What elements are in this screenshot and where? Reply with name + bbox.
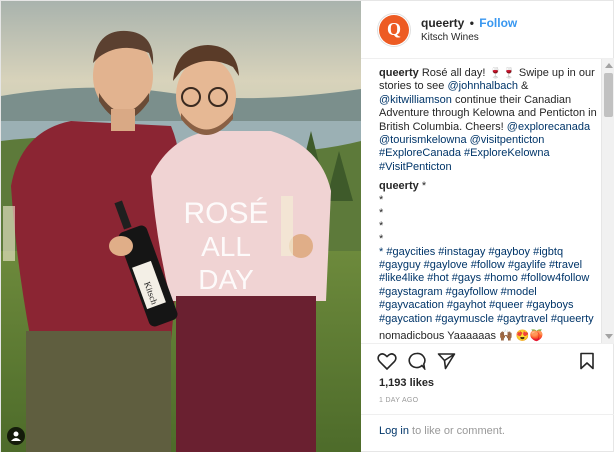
comment-star: * xyxy=(379,193,384,206)
caption-username[interactable]: queerty xyxy=(379,67,419,79)
header-separator: • xyxy=(469,16,474,30)
share-icon[interactable] xyxy=(437,352,456,370)
login-prompt: Log in to like or comment. xyxy=(361,414,614,447)
photo-illustration: ROSÉ ALL DAY Kitsch xyxy=(1,1,361,452)
user-tags-icon[interactable] xyxy=(7,427,25,445)
comment-star: * xyxy=(379,206,384,219)
comment-hashtags: queerty * * * * * * #gaycities #instagay… xyxy=(379,180,597,326)
comment-hashtag-list[interactable]: * #gaycities #instagay #gayboy #igbtq #g… xyxy=(379,246,597,326)
comment-star-0: * xyxy=(421,180,427,193)
post-side-panel: Q queerty • Follow Kitsch Wines queerty … xyxy=(361,1,614,452)
follow-button[interactable]: Follow xyxy=(479,16,517,30)
comments-section: queerty Rosé all day! 🍷🍷 Swipe up in our… xyxy=(379,67,597,343)
comment-icon[interactable] xyxy=(407,352,426,370)
heart-icon[interactable] xyxy=(377,352,397,370)
shirt-text-line1: ROSÉ xyxy=(183,197,268,230)
avatar-logo: Q xyxy=(379,14,409,45)
caption-text-2: & xyxy=(521,80,529,93)
header-username[interactable]: queerty xyxy=(421,16,464,30)
action-bar xyxy=(361,343,614,377)
likes-count[interactable]: 1,193 likes xyxy=(379,377,434,389)
avatar[interactable]: Q xyxy=(377,12,411,47)
scroll-up-arrow-icon[interactable] xyxy=(605,63,613,68)
bookmark-icon[interactable] xyxy=(579,352,595,370)
shirt-text-line3: DAY xyxy=(198,264,254,295)
login-link[interactable]: Log in xyxy=(379,425,409,437)
partial-comment: nomadicbous Yaaaaaas 🙌🏾 😍🍑 xyxy=(379,330,544,343)
comments-scrollbar[interactable] xyxy=(601,59,614,343)
shirt-text-line2: ALL xyxy=(201,231,251,262)
comment-star: * xyxy=(379,232,384,245)
scroll-down-arrow-icon[interactable] xyxy=(605,334,613,339)
location-link[interactable]: Kitsch Wines xyxy=(421,32,517,43)
instagram-post: ROSÉ ALL DAY Kitsch Q queerty • Follow K… xyxy=(0,0,614,452)
post-date: 1 DAY AGO xyxy=(379,397,419,404)
comment-username[interactable]: queerty xyxy=(379,180,419,192)
mention-johnhalbach[interactable]: @johnhalbach xyxy=(447,80,518,92)
post-header: Q queerty • Follow Kitsch Wines xyxy=(361,1,614,59)
post-photo[interactable]: ROSÉ ALL DAY Kitsch xyxy=(1,1,361,452)
comment-star: * xyxy=(379,219,384,232)
scroll-thumb[interactable] xyxy=(604,73,613,117)
login-text: to like or comment. xyxy=(412,425,505,437)
caption: queerty Rosé all day! 🍷🍷 Swipe up in our… xyxy=(379,67,597,174)
mention-kitwilliamson[interactable]: @kitwilliamson xyxy=(379,94,452,106)
